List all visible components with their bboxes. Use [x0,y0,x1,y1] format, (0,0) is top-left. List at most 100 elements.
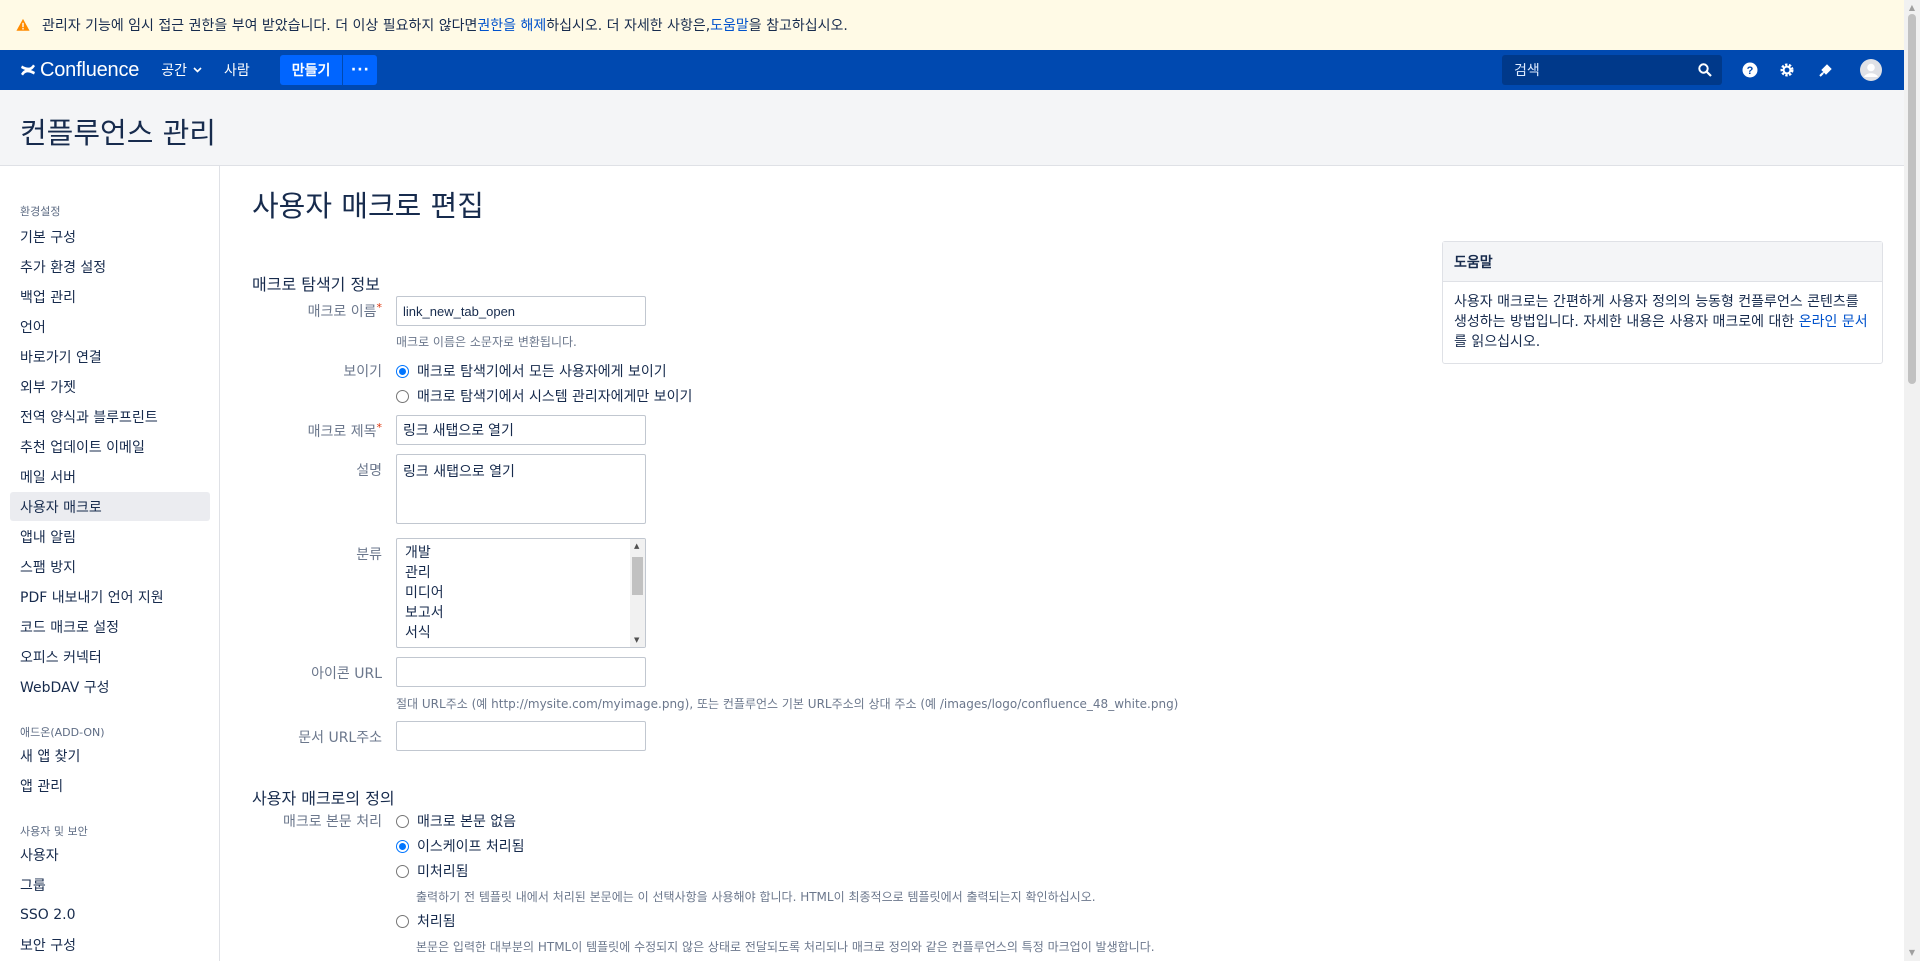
category-scrollbar-thumb[interactable] [632,557,643,595]
body-unrendered-text: 미처리됨 [417,864,469,880]
visibility-all-users-radio[interactable]: 매크로 탐색기에서 모든 사용자에게 보이기 [396,361,667,381]
sidebar-item-office-connector[interactable]: 오피스 커넥터 [10,642,210,671]
sidebar-item-pdf-export-language[interactable]: PDF 내보내기 언어 지원 [10,582,210,611]
scroll-up-arrow[interactable]: ▲ [1908,3,1916,12]
admin-sidebar: 환경설정 기본 구성 추가 환경 설정 백업 관리 언어 바로가기 연결 외부 … [0,166,220,961]
page-title: 사용자 매크로 편집 [252,189,484,223]
help-panel-body: 사용자 매크로는 간편하게 사용자 정의의 능동형 컨플루언스 콘텐츠를 생성하… [1443,282,1882,362]
sidebar-item-templates-blueprints[interactable]: 전역 양식과 블루프린트 [10,402,210,431]
macro-name-input[interactable] [396,296,646,326]
create-more-button[interactable]: ··· [343,55,378,85]
help-panel-title: 도움말 [1443,242,1882,282]
macro-title-label: 매크로 제목* [252,421,382,441]
body-escaped-text: 이스케이프 처리됨 [417,839,525,855]
user-avatar-icon[interactable] [1860,59,1882,81]
sidebar-item-in-app-notifications[interactable]: 앱내 알림 [10,522,210,551]
macro-title-input[interactable] [396,415,646,445]
sidebar-item-external-gadgets[interactable]: 외부 가젯 [10,372,210,401]
help-link[interactable]: 도움말 [710,15,749,35]
top-navigation: Confluence 공간 사람 만들기 ··· 검색 ? [0,50,1904,90]
confluence-logo[interactable]: Confluence [20,59,139,82]
sidebar-heading-users-security: 사용자 및 보안 [20,825,88,838]
search-placeholder: 검색 [1514,63,1540,79]
search-input[interactable]: 검색 [1502,55,1722,85]
radio-unchecked[interactable] [396,914,409,928]
radio-checked[interactable] [396,364,409,378]
category-option[interactable]: 보고서 [397,603,645,623]
category-option[interactable]: 서식 [397,623,645,643]
body-unrendered-radio[interactable]: 미처리됨 [396,861,469,881]
sidebar-item-webdav[interactable]: WebDAV 구성 [10,672,210,701]
sidebar-item-groups[interactable]: 그룹 [10,870,210,899]
spaces-menu[interactable]: 공간 [161,60,202,80]
scroll-down-arrow[interactable]: ▼ [634,636,639,644]
scroll-up-arrow[interactable]: ▲ [634,542,639,550]
section-macro-definition: 사용자 매크로의 정의 [252,789,395,808]
sidebar-item-shortcut-links[interactable]: 바로가기 연결 [10,342,210,371]
category-listbox[interactable]: 개발 관리 미디어 보고서 서식 ▲ ▼ [396,538,646,648]
radio-unchecked[interactable] [396,814,409,828]
body-none-radio[interactable]: 매크로 본문 없음 [396,811,516,831]
sidebar-item-backup[interactable]: 백업 관리 [10,282,210,311]
page-scrollbar-thumb[interactable] [1908,14,1916,384]
sidebar-item-mail-servers[interactable]: 메일 서버 [10,462,210,491]
people-link[interactable]: 사람 [224,60,250,80]
sidebar-heading-addons: 애드온(ADD-ON) [20,726,105,739]
revoke-access-link[interactable]: 권한을 해제 [477,15,546,35]
scroll-down-arrow[interactable]: ▼ [1908,948,1916,957]
sidebar-item-user-macros[interactable]: 사용자 매크로 [10,492,210,521]
sidebar-item-general-config[interactable]: 기본 구성 [10,222,210,251]
sidebar-item-languages[interactable]: 언어 [10,312,210,341]
doc-url-input[interactable] [396,721,646,751]
category-scrollbar[interactable]: ▲ ▼ [630,539,645,647]
visibility-label: 보이기 [343,364,382,380]
online-docs-link[interactable]: 온라인 문서 [1799,314,1868,330]
macro-name-label-text: 매크로 이름 [307,304,377,320]
logo-text: Confluence [40,58,140,81]
sidebar-item-security-config[interactable]: 보안 구성 [10,930,210,959]
sidebar-item-manage-apps[interactable]: 앱 관리 [10,771,210,800]
visibility-admins-only-radio[interactable]: 매크로 탐색기에서 시스템 관리자에게만 보이기 [396,386,692,406]
sidebar-item-code-macro[interactable]: 코드 매크로 설정 [10,612,210,641]
macro-name-hint: 매크로 이름은 소문자로 변환됩니다. [396,335,577,349]
category-option[interactable]: 개발 [397,543,645,563]
radio-unchecked[interactable] [396,389,409,403]
notifications-icon[interactable] [1818,62,1834,78]
help-icon[interactable]: ? [1742,62,1758,78]
create-button[interactable]: 만들기 [279,55,343,85]
confluence-logo-icon [21,64,35,76]
doc-url-label: 문서 URL주소 [298,730,382,746]
section-macro-browser-info: 매크로 탐색기 정보 [252,275,380,294]
radio-checked[interactable] [396,839,409,853]
icon-url-input[interactable] [396,657,646,687]
body-rendered-hint: 본문은 입력한 대부분의 HTML이 템플릿에 수정되지 않은 상태로 전달되도… [416,940,1155,954]
body-escaped-radio[interactable]: 이스케이프 처리됨 [396,836,525,856]
sidebar-item-recommended-updates[interactable]: 추천 업데이트 이메일 [10,432,210,461]
sidebar-item-users[interactable]: 사용자 [10,840,210,869]
admin-header: 컨플루언스 관리 [0,90,1904,166]
sidebar-heading-config: 환경설정 [20,205,61,218]
description-textarea[interactable]: 링크 새탭으로 열기 [396,454,646,524]
category-option[interactable]: 미디어 [397,583,645,603]
help-text-after: 를 읽으십시오. [1454,334,1541,350]
search-icon[interactable] [1698,63,1712,77]
chevron-down-icon [193,67,202,73]
warning-icon [16,18,30,31]
banner-text-before: 관리자 기능에 임시 접근 권한을 부여 받았습니다. 더 이상 필요하지 않다… [42,18,478,34]
description-label: 설명 [356,463,382,479]
sidebar-item-further-config[interactable]: 추가 환경 설정 [10,252,210,281]
page-scrollbar[interactable]: ▲ ▼ [1904,0,1920,961]
radio-unchecked[interactable] [396,864,409,878]
macro-name-label: 매크로 이름* [252,301,382,321]
required-marker: * [376,421,383,434]
settings-gear-icon[interactable] [1779,62,1795,78]
admin-title: 컨플루언스 관리 [20,116,216,150]
body-rendered-radio[interactable]: 처리됨 [396,911,456,931]
sidebar-item-spam-prevention[interactable]: 스팸 방지 [10,552,210,581]
category-option[interactable]: 관리 [397,563,645,583]
icon-url-hint: 절대 URL주소 (예 http://mysite.com/myimage.pn… [396,697,1179,711]
sidebar-item-find-apps[interactable]: 새 앱 찾기 [10,741,210,770]
sidebar-item-sso[interactable]: SSO 2.0 [10,900,210,929]
svg-text:?: ? [1747,65,1754,77]
visibility-all-users-text: 매크로 탐색기에서 모든 사용자에게 보이기 [417,364,667,380]
